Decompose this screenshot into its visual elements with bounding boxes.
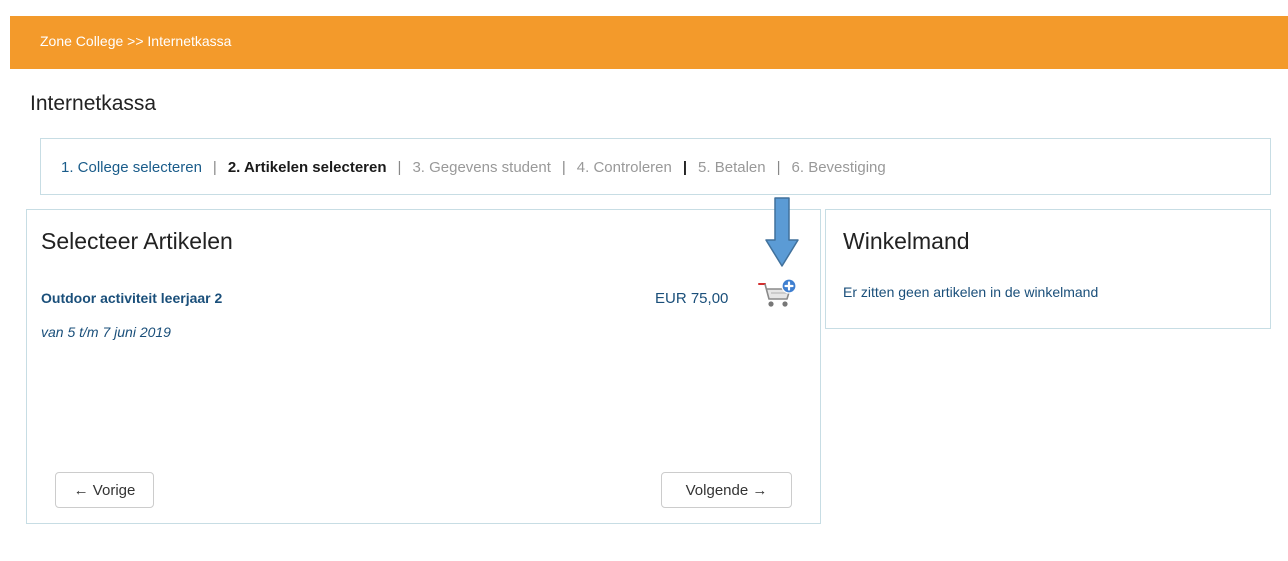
previous-button[interactable]: ← Vorige bbox=[55, 472, 154, 508]
article-name: Outdoor activiteit leerjaar 2 bbox=[41, 290, 223, 306]
step-separator: | bbox=[682, 159, 688, 176]
step-separator: | bbox=[212, 159, 217, 176]
article-price: EUR 75,00 bbox=[655, 290, 729, 307]
step-gegevens-student: 3. Gegevens student bbox=[412, 159, 551, 176]
step-indicator: 1. College selecteren | 2. Artikelen sel… bbox=[40, 138, 1271, 195]
top-bar: Zone College >> Internetkassa bbox=[10, 16, 1288, 69]
step-college-selecteren[interactable]: 1. College selecteren bbox=[61, 159, 202, 176]
cart-empty-message: Er zitten geen artikelen in de winkelman… bbox=[843, 284, 1099, 300]
breadcrumb: Zone College >> Internetkassa bbox=[40, 33, 232, 49]
step-controleren: 4. Controleren bbox=[576, 159, 672, 176]
page-title: Internetkassa bbox=[30, 92, 157, 115]
articles-panel: Selecteer Artikelen Outdoor activiteit l… bbox=[26, 209, 821, 524]
step-separator: | bbox=[397, 159, 402, 176]
step-artikelen-selecteren: 2. Artikelen selecteren bbox=[227, 159, 387, 176]
step-separator: | bbox=[776, 159, 781, 176]
step-betalen: 5. Betalen bbox=[698, 159, 766, 176]
step-bevestiging: 6. Bevestiging bbox=[791, 159, 886, 176]
cart-add-icon[interactable] bbox=[757, 277, 799, 311]
step-separator: | bbox=[561, 159, 566, 176]
article-date: van 5 t/m 7 juni 2019 bbox=[41, 324, 171, 340]
arrow-down-icon bbox=[764, 196, 800, 268]
cart-panel-title: Winkelmand bbox=[843, 228, 970, 254]
next-button[interactable]: Volgende → bbox=[661, 472, 792, 508]
cart-panel: Winkelmand Er zitten geen artikelen in d… bbox=[825, 209, 1271, 329]
articles-panel-title: Selecteer Artikelen bbox=[41, 228, 233, 254]
